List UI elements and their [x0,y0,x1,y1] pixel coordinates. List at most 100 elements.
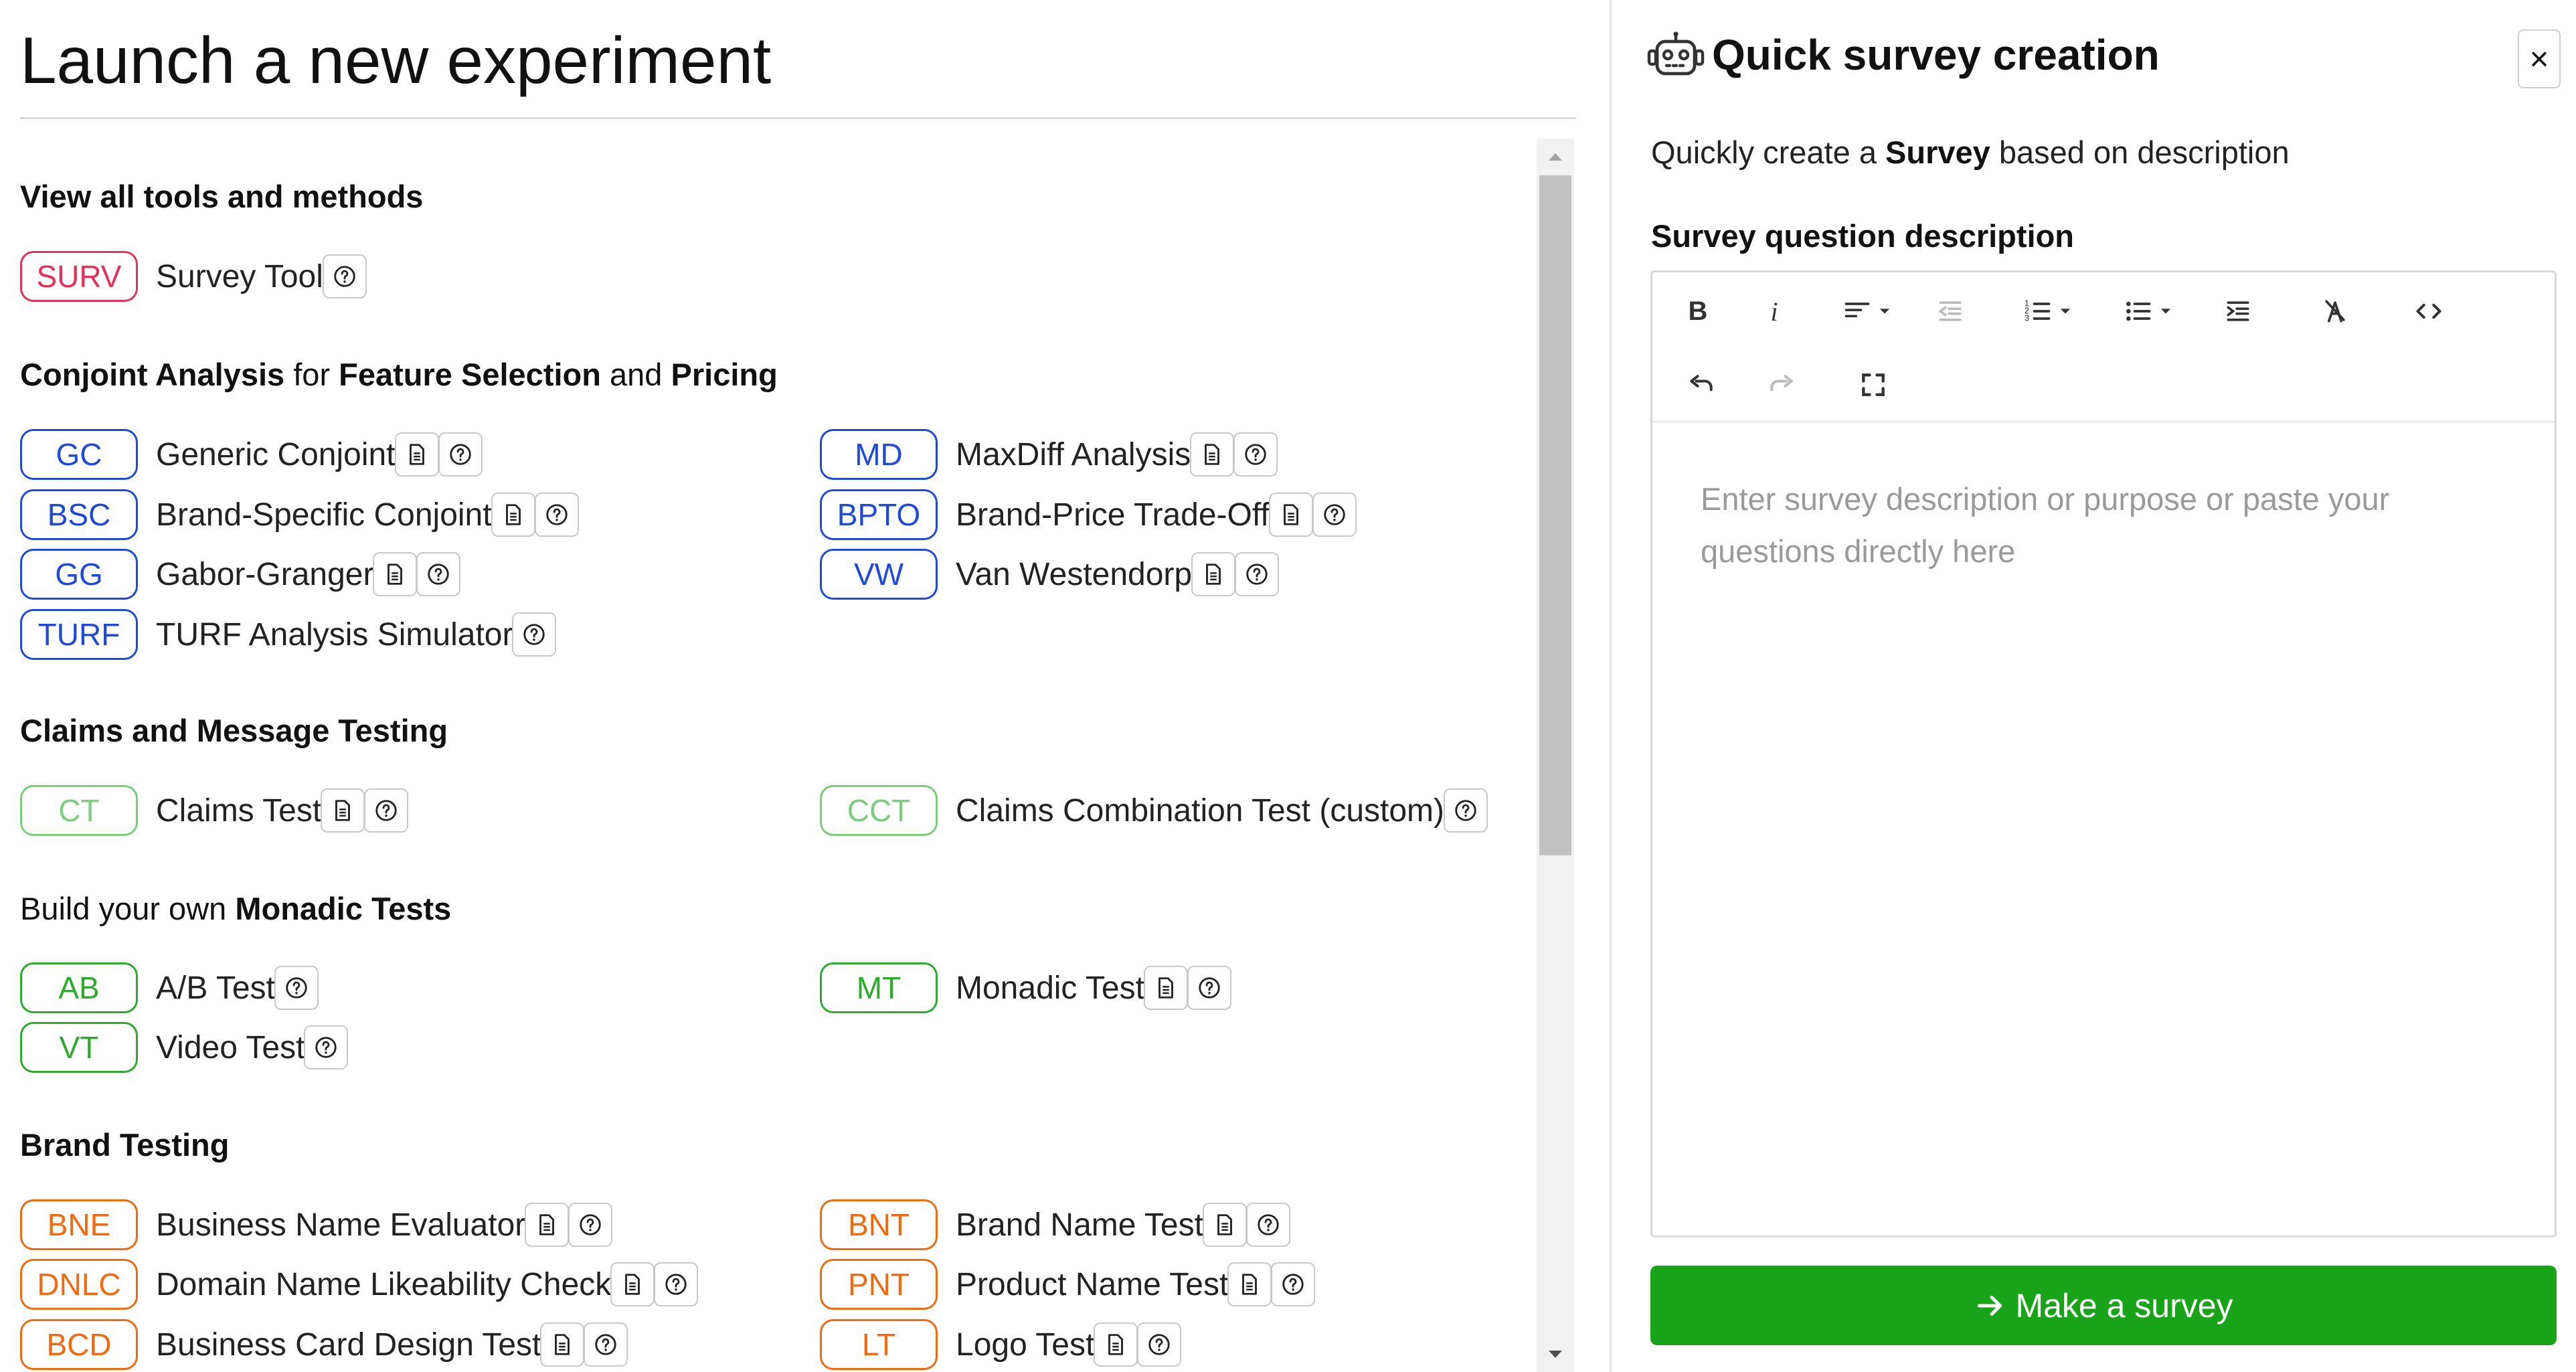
tool-name[interactable]: Gabor-Granger [156,556,373,593]
undo-button[interactable] [1678,358,1725,412]
bold-button[interactable]: B [1678,284,1718,338]
tool-code-badge[interactable]: BNT [820,1199,938,1250]
tool-code-badge[interactable]: MT [820,962,938,1013]
help-icon[interactable] [568,1203,613,1247]
doc-icon[interactable] [373,552,418,596]
italic-button[interactable]: i [1754,284,1794,338]
help-icon[interactable] [654,1262,699,1306]
tool-ct[interactable]: CT Claims Test [20,784,409,837]
doc-icon[interactable] [394,432,439,477]
doc-icon[interactable] [1227,1262,1272,1306]
tool-gg[interactable]: GG Gabor-Granger [20,548,461,600]
tool-name[interactable]: Video Test [156,1029,305,1066]
tool-bsc[interactable]: BSC Brand-Specific Conjoint [20,489,579,541]
tool-code-badge[interactable]: MD [820,429,938,480]
tool-code-badge[interactable]: CCT [820,785,938,836]
doc-icon[interactable] [1143,966,1188,1010]
help-icon[interactable] [274,966,319,1010]
tool-bnt[interactable]: BNT Brand Name Test [820,1199,1290,1251]
help-icon[interactable] [512,612,557,657]
doc-icon[interactable] [1202,1203,1247,1247]
tool-code-badge[interactable]: BNE [20,1199,138,1250]
tool-turf[interactable]: TURF TURF Analysis Simulator [20,608,557,661]
help-icon[interactable] [1246,1203,1290,1247]
tool-name[interactable]: Van Westendorp [956,556,1192,593]
tool-md[interactable]: MD MaxDiff Analysis [820,428,1278,481]
help-icon[interactable] [1444,788,1488,833]
help-icon[interactable] [1233,432,1278,477]
tool-code-badge[interactable]: BCD [20,1319,138,1370]
tool-name[interactable]: Claims Combination Test (custom) [956,792,1444,829]
doc-icon[interactable] [1268,493,1313,537]
tool-name[interactable]: A/B Test [156,970,275,1007]
redo-button[interactable] [1758,358,1805,412]
help-icon[interactable] [534,493,579,537]
indent-button[interactable] [2215,284,2261,338]
clear-format-button[interactable] [2312,284,2358,338]
tool-code-badge[interactable]: VT [20,1022,138,1073]
tool-vw[interactable]: VW Van Westendorp [820,548,1280,600]
tool-name[interactable]: Business Card Design Test [156,1326,541,1363]
tool-vt[interactable]: VT Video Test [20,1021,349,1074]
fullscreen-button[interactable] [1850,358,1897,412]
scroll-up-icon[interactable] [1539,141,1571,173]
description-editor[interactable]: B i 123 Enter survey description or purp… [1650,270,2557,1237]
tool-name[interactable]: Brand-Specific Conjoint [156,497,492,533]
tool-gc[interactable]: GC Generic Conjoint [20,428,483,481]
help-icon[interactable] [1235,552,1280,596]
description-placeholder[interactable]: Enter survey description or purpose or p… [1701,473,2477,578]
tool-bpto[interactable]: BPTO Brand-Price Trade-Off [820,489,1357,541]
ordered-list-dropdown[interactable]: 123 [2007,284,2087,338]
tool-lt[interactable]: LT Logo Test [820,1318,1182,1371]
doc-icon[interactable] [525,1203,570,1247]
help-icon[interactable] [438,432,483,477]
tool-bne[interactable]: BNE Business Name Evaluator [20,1199,613,1251]
tool-code-badge[interactable]: VW [820,549,938,600]
doc-icon[interactable] [540,1322,585,1367]
tool-dnlc[interactable]: DNLC Domain Name Likeability Check [20,1258,699,1310]
help-icon[interactable] [1312,493,1357,537]
scroll-down-icon[interactable] [1539,1339,1571,1371]
align-dropdown[interactable] [1833,284,1900,338]
scrollbar-thumb[interactable] [1539,175,1571,855]
help-icon[interactable] [364,788,409,833]
tool-name[interactable]: Domain Name Likeability Check [156,1266,611,1303]
make-survey-button[interactable]: Make a survey [1650,1266,2557,1345]
doc-icon[interactable] [321,788,365,833]
help-icon[interactable] [1137,1322,1182,1367]
tool-mt[interactable]: MT Monadic Test [820,962,1231,1014]
tool-name[interactable]: Generic Conjoint [156,436,396,473]
help-icon[interactable] [584,1322,628,1367]
tool-code-badge[interactable]: GG [20,549,138,600]
help-icon[interactable] [1187,966,1231,1010]
doc-icon[interactable] [491,493,535,537]
tool-name[interactable]: TURF Analysis Simulator [156,616,513,653]
tool-name[interactable]: Business Name Evaluator [156,1207,525,1244]
tool-pnt[interactable]: PNT Product Name Test [820,1258,1316,1310]
tool-name[interactable]: Logo Test [956,1326,1094,1363]
tool-name[interactable]: Brand Name Test [956,1207,1203,1244]
tool-name[interactable]: Product Name Test [956,1266,1228,1303]
tool-code-badge[interactable]: LT [820,1319,938,1370]
help-icon[interactable] [322,254,367,298]
help-icon[interactable] [1271,1262,1316,1306]
doc-icon[interactable] [1191,552,1236,596]
source-code-button[interactable] [2405,284,2452,338]
tool-code-badge[interactable]: PNT [820,1259,938,1310]
tool-name[interactable]: Monadic Test [956,970,1144,1007]
tool-code-badge[interactable]: BPTO [820,489,938,540]
bullet-list-dropdown[interactable] [2108,284,2188,338]
tool-code-badge[interactable]: TURF [20,609,138,660]
help-icon[interactable] [416,552,461,596]
doc-icon[interactable] [1190,432,1235,477]
doc-icon[interactable] [1094,1322,1138,1367]
doc-icon[interactable] [610,1262,655,1306]
tool-name[interactable]: Claims Test [156,792,321,829]
tool-name[interactable]: MaxDiff Analysis [956,436,1191,473]
help-icon[interactable] [304,1025,349,1069]
tool-code-badge[interactable]: CT [20,785,138,836]
tool-cct[interactable]: CCT Claims Combination Test (custom) [820,784,1488,837]
tool-name[interactable]: Brand-Price Trade-Off [956,497,1270,533]
tool-code-badge[interactable]: AB [20,962,138,1013]
tool-ab[interactable]: AB A/B Test [20,962,319,1014]
